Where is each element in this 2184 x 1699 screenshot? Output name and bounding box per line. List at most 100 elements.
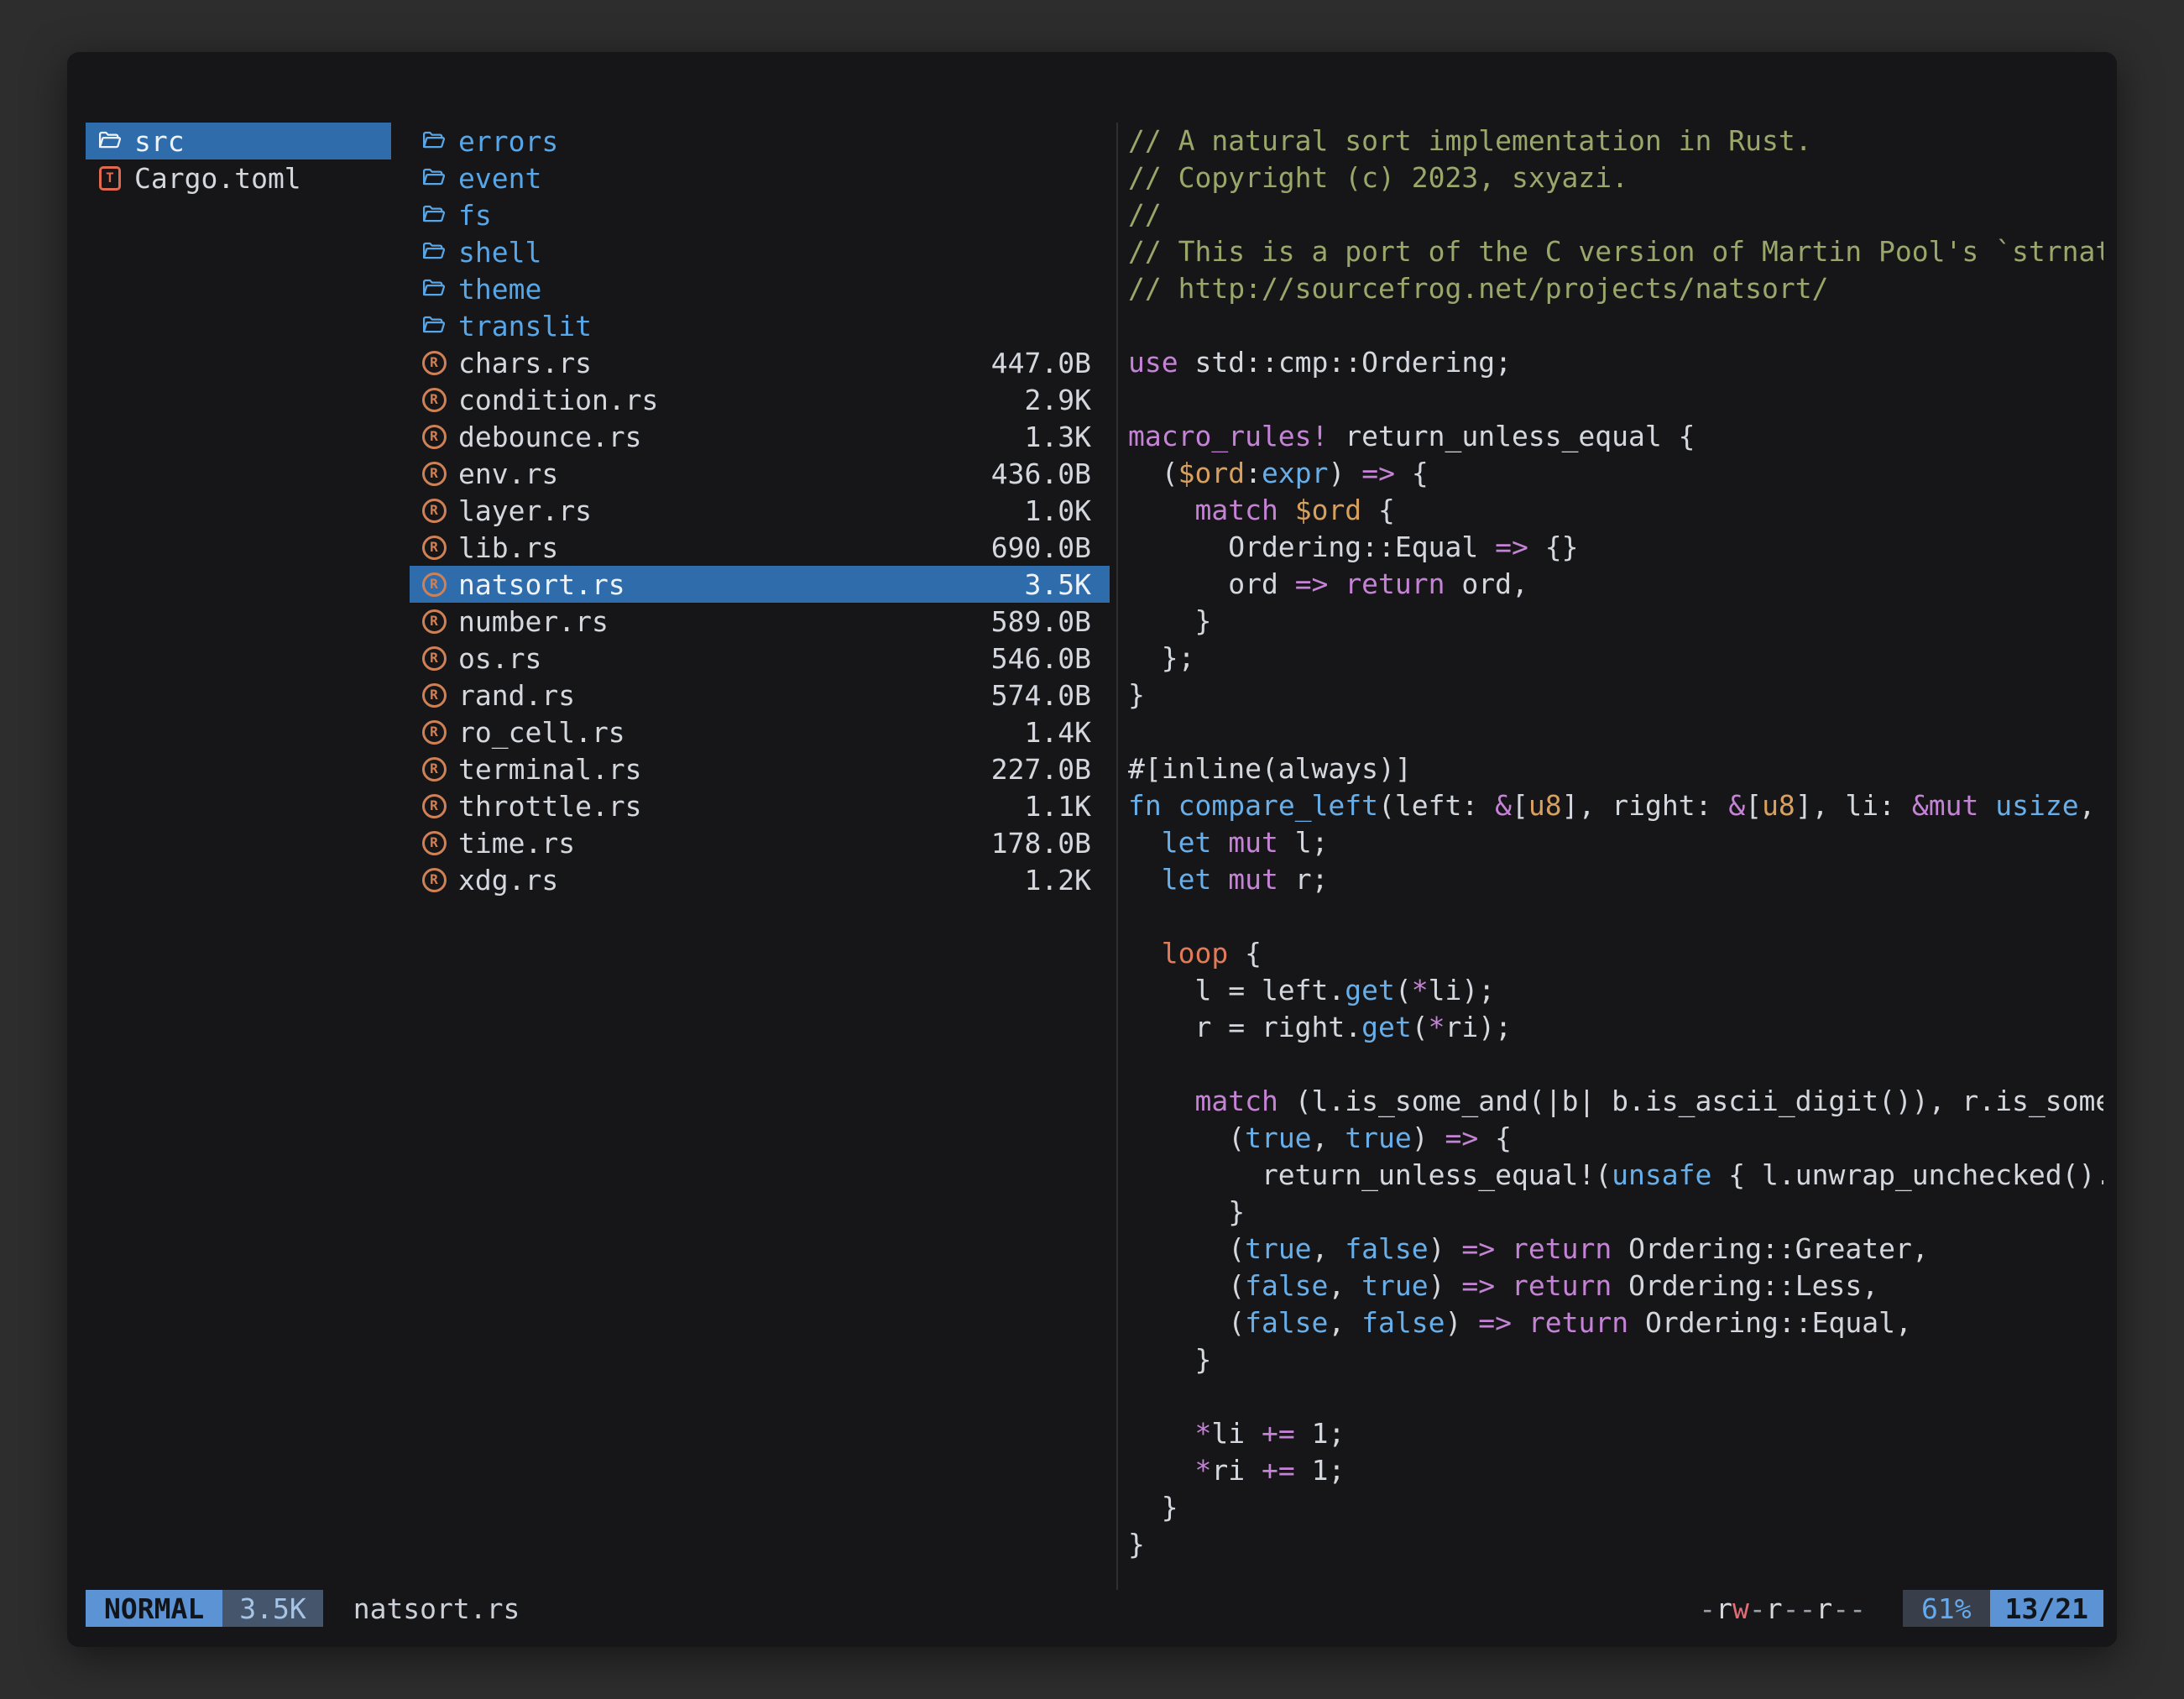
file-row[interactable]: Rnumber.rs589.0B — [410, 603, 1110, 640]
permission-char: -- — [1783, 1592, 1816, 1625]
code-line: } — [1128, 1489, 2103, 1526]
folder-icon — [421, 165, 447, 191]
file-name: src — [134, 125, 185, 158]
code-line: } — [1128, 603, 2103, 640]
file-row[interactable]: Rnatsort.rs3.5K — [410, 566, 1110, 603]
folder-row[interactable]: event — [410, 159, 1110, 196]
code-line: use std::cmp::Ordering; — [1128, 344, 2103, 381]
code-line: } — [1128, 1194, 2103, 1231]
permission-char: r — [1716, 1592, 1732, 1625]
file-row[interactable]: Rthrottle.rs 1.1K — [410, 787, 1110, 824]
file-name: theme — [458, 273, 541, 306]
folder-row[interactable]: translit — [410, 307, 1110, 344]
file-row[interactable]: Rterminal.rs 227.0B — [410, 750, 1110, 787]
code-line: Ordering::Equal => {} — [1128, 529, 2103, 566]
code-line: ($ord:expr) => { — [1128, 455, 2103, 492]
code-line: loop { — [1128, 935, 2103, 972]
file-row[interactable]: T Cargo.toml — [86, 159, 391, 196]
panes-container: src T Cargo.toml errorseventfsshell themetr… — [86, 123, 2103, 1590]
file-row[interactable]: Rchars.rs447.0B — [410, 344, 1110, 381]
file-row[interactable]: Renv.rs436.0B — [410, 455, 1110, 492]
file-size: 436.0B — [991, 457, 1091, 490]
rust-icon: R — [421, 682, 447, 708]
code-line: l = left.get(*li); — [1128, 972, 2103, 1009]
file-name: layer.rs — [458, 494, 592, 527]
permission-char: r — [1816, 1592, 1832, 1625]
file-size-badge: 3.5K — [222, 1590, 322, 1627]
status-bar: NORMAL 3.5K natsort.rs -rw-r--r-- 61% 13… — [86, 1590, 2103, 1627]
rust-icon: R — [421, 387, 447, 412]
cursor-position-badge: 13/21 — [1990, 1590, 2103, 1627]
file-row[interactable]: Rrand.rs574.0B — [410, 677, 1110, 714]
file-size: 589.0B — [991, 605, 1091, 638]
file-name: throttle.rs — [458, 790, 642, 823]
folder-row[interactable]: theme — [410, 270, 1110, 307]
code-line: (true, false) => return Ordering::Greate… — [1128, 1231, 2103, 1268]
rust-icon: R — [421, 756, 447, 782]
file-row[interactable]: Rro_cell.rs1.4K — [410, 714, 1110, 750]
file-name: rand.rs — [458, 679, 575, 712]
file-size: 2.9K — [1025, 384, 1091, 416]
code-line — [1128, 381, 2103, 418]
folder-row[interactable]: shell — [410, 233, 1110, 270]
file-name: condition.rs — [458, 384, 658, 416]
file-row[interactable]: Rlayer.rs1.0K — [410, 492, 1110, 529]
permission-char: - — [1749, 1592, 1766, 1625]
file-name: xdg.rs — [458, 864, 558, 897]
folder-row[interactable]: errors — [410, 123, 1110, 159]
file-row[interactable]: Rlib.rs690.0B — [410, 529, 1110, 566]
file-row[interactable]: Rdebounce.rs1.3K — [410, 418, 1110, 455]
code-line: let mut l; — [1128, 824, 2103, 861]
folder-icon — [421, 202, 447, 227]
file-size: 227.0B — [991, 753, 1091, 786]
file-name: Cargo.toml — [134, 162, 301, 195]
code-line: // Copyright (c) 2023, sxyazi. — [1128, 159, 2103, 196]
folder-row[interactable]: src — [86, 123, 391, 159]
file-row[interactable]: Rcondition.rs 2.9K — [410, 381, 1110, 418]
file-name: terminal.rs — [458, 753, 642, 786]
code-line: let mut r; — [1128, 861, 2103, 898]
file-name: errors — [458, 125, 558, 158]
file-name: lib.rs — [458, 531, 558, 564]
file-size: 690.0B — [991, 531, 1091, 564]
code-line: macro_rules! return_unless_equal { — [1128, 418, 2103, 455]
file-row[interactable]: Ros.rs546.0B — [410, 640, 1110, 677]
permission-char: -- — [1832, 1592, 1866, 1625]
folder-row[interactable]: fs — [410, 196, 1110, 233]
file-name: natsort.rs — [458, 568, 625, 601]
file-size: 1.1K — [1025, 790, 1091, 823]
file-row[interactable]: Rxdg.rs1.2K — [410, 861, 1110, 898]
code-line: // — [1128, 196, 2103, 233]
scroll-percent-badge: 61% — [1903, 1590, 1990, 1627]
folder-icon — [97, 128, 123, 154]
preview-pane: // A natural sort implementation in Rust… — [1116, 123, 2103, 1590]
current-pane: errorseventfsshell themetranslitRchars.rs… — [410, 123, 1110, 1590]
code-line: } — [1128, 1526, 2103, 1563]
folder-icon — [421, 313, 447, 338]
file-size: 546.0B — [991, 642, 1091, 675]
code-line — [1128, 898, 2103, 935]
code-line: ord => return ord, — [1128, 566, 2103, 603]
rust-icon: R — [421, 498, 447, 523]
status-filename: natsort.rs — [353, 1592, 520, 1625]
code-line: (true, true) => { — [1128, 1120, 2103, 1157]
code-line — [1128, 1046, 2103, 1083]
code-line: match (l.is_some_and(|b| b.is_ascii_digi… — [1128, 1083, 2103, 1120]
file-size: 1.2K — [1025, 864, 1091, 897]
rust-icon: R — [421, 350, 447, 375]
file-size: 178.0B — [991, 827, 1091, 860]
file-size: 3.5K — [1025, 568, 1091, 601]
file-name: number.rs — [458, 605, 609, 638]
toml-icon: T — [97, 165, 123, 191]
file-name: shell — [458, 236, 541, 269]
code-line: *li += 1; — [1128, 1415, 2103, 1452]
code-line: } — [1128, 1341, 2103, 1378]
rust-icon: R — [421, 793, 447, 818]
rust-icon: R — [421, 424, 447, 449]
file-row[interactable]: Rtime.rs178.0B — [410, 824, 1110, 861]
code-line: // http://sourcefrog.net/projects/natsor… — [1128, 270, 2103, 307]
file-name: os.rs — [458, 642, 541, 675]
code-line: *ri += 1; — [1128, 1452, 2103, 1489]
code-line: match $ord { — [1128, 492, 2103, 529]
permission-char: - — [1699, 1592, 1716, 1625]
